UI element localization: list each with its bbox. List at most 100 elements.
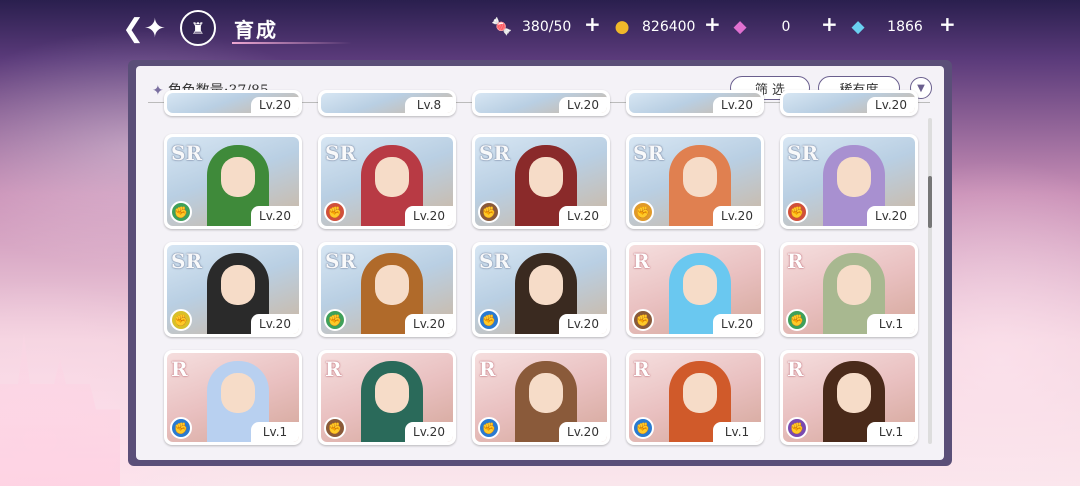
page-title: 育成	[234, 18, 278, 42]
character-card[interactable]: SR ✊ Lv.20	[164, 134, 302, 229]
character-card[interactable]: SR ✊ Lv.20	[318, 242, 456, 337]
level-label: Lv.20	[559, 206, 607, 226]
character-portrait: R ✊ Lv.1	[783, 245, 915, 334]
character-face	[837, 373, 871, 413]
rarity-badge: SR	[171, 249, 203, 273]
rarity-badge: SR	[325, 249, 357, 273]
partial-character-card[interactable]: Lv.20	[164, 90, 302, 116]
character-portrait: SR ✊ Lv.20	[475, 245, 607, 334]
top-bar: ❮✦ ♜ 育成 🍬 380/50 + ● 826400 + ◆ 0 + ◆ 18…	[0, 0, 1080, 56]
pink-gem-value: 0	[781, 19, 791, 35]
character-card[interactable]: SR ✊ Lv.20	[472, 242, 610, 337]
character-card[interactable]: R ✊ Lv.1	[626, 350, 764, 445]
character-card[interactable]: SR ✊ Lv.20	[626, 134, 764, 229]
element-blue-icon: ✊	[632, 417, 654, 439]
rarity-badge: SR	[325, 141, 357, 165]
rarity-badge: SR	[633, 141, 665, 165]
rarity-badge: R	[633, 357, 650, 381]
character-portrait: R ✊ Lv.20	[629, 245, 761, 334]
coin-icon: ●	[614, 17, 630, 37]
scrollbar-track[interactable]	[928, 118, 932, 444]
level-label: Lv.20	[867, 97, 915, 113]
add-stamina-button[interactable]: +	[584, 12, 601, 36]
element-brown-icon: ✊	[632, 309, 654, 331]
partial-character-card[interactable]: Lv.20	[626, 90, 764, 116]
partial-character-card[interactable]: Lv.20	[472, 90, 610, 116]
add-gold-button[interactable]: +	[704, 12, 721, 36]
character-portrait: R ✊ Lv.1	[167, 353, 299, 442]
resource-gold: ● 826400 +	[610, 12, 721, 40]
character-face	[375, 373, 409, 413]
level-label: Lv.20	[713, 206, 761, 226]
character-portrait: R ✊ Lv.20	[475, 353, 607, 442]
character-card[interactable]: SR ✊ Lv.20	[164, 242, 302, 337]
character-card[interactable]: R ✊ Lv.20	[318, 350, 456, 445]
character-face	[221, 373, 255, 413]
chevron-down-icon: ▼	[917, 82, 925, 94]
element-red-icon: ✊	[786, 201, 808, 223]
element-red-icon: ✊	[324, 201, 346, 223]
level-label: Lv.1	[867, 422, 915, 442]
resource-blue-gem: ◆ 1866 +	[846, 12, 955, 40]
resource-pink-gem: ◆ 0 +	[728, 12, 837, 40]
character-face	[837, 265, 871, 305]
level-label: Lv.1	[251, 422, 299, 442]
back-button[interactable]: ❮✦	[122, 12, 166, 46]
level-label: Lv.20	[405, 206, 453, 226]
character-portrait: Lv.20	[167, 93, 299, 113]
level-label: Lv.20	[251, 206, 299, 226]
gold-value: 826400	[642, 19, 696, 35]
character-portrait: R ✊ Lv.1	[629, 353, 761, 442]
level-label: Lv.20	[251, 314, 299, 334]
rarity-badge: SR	[171, 141, 203, 165]
partial-character-card[interactable]: Lv.20	[780, 90, 918, 116]
title-underline	[232, 42, 352, 44]
rarity-badge: R	[325, 357, 342, 381]
character-face	[683, 157, 717, 197]
rarity-badge: SR	[787, 141, 819, 165]
character-card[interactable]: SR ✊ Lv.20	[472, 134, 610, 229]
character-portrait: SR ✊ Lv.20	[167, 245, 299, 334]
element-purple-icon: ✊	[786, 417, 808, 439]
element-brown-icon: ✊	[478, 201, 500, 223]
character-card[interactable]: SR ✊ Lv.20	[318, 134, 456, 229]
level-label: Lv.20	[405, 314, 453, 334]
element-brown-icon: ✊	[324, 417, 346, 439]
character-panel: ✦角色数量:37/85 筛 选 稀有度 ▼ Lv.20Lv.8Lv.20Lv.2…	[128, 60, 952, 466]
character-portrait: R ✊ Lv.1	[783, 353, 915, 442]
add-pink-gem-button[interactable]: +	[821, 12, 838, 36]
character-face	[221, 157, 255, 197]
level-label: Lv.20	[559, 422, 607, 442]
element-orange-icon: ✊	[632, 201, 654, 223]
character-card[interactable]: R ✊ Lv.20	[472, 350, 610, 445]
character-card[interactable]: R ✊ Lv.1	[780, 242, 918, 337]
character-portrait: Lv.20	[783, 93, 915, 113]
back-arrow-icon: ❮✦	[122, 14, 166, 44]
partial-character-card[interactable]: Lv.8	[318, 90, 456, 116]
candy-icon: 🍬	[491, 17, 513, 37]
rarity-badge: SR	[479, 249, 511, 273]
character-card[interactable]: SR ✊ Lv.20	[780, 134, 918, 229]
blue-diamond-icon: ◆	[851, 17, 865, 37]
character-portrait: SR ✊ Lv.20	[475, 137, 607, 226]
character-face	[529, 265, 563, 305]
character-portrait: SR ✊ Lv.20	[321, 137, 453, 226]
character-card[interactable]: R ✊ Lv.1	[164, 350, 302, 445]
element-green-icon: ✊	[786, 309, 808, 331]
character-card[interactable]: R ✊ Lv.1	[780, 350, 918, 445]
level-label: Lv.1	[867, 314, 915, 334]
character-card[interactable]: R ✊ Lv.20	[626, 242, 764, 337]
rarity-badge: R	[787, 357, 804, 381]
character-panel-inner: ✦角色数量:37/85 筛 选 稀有度 ▼ Lv.20Lv.8Lv.20Lv.2…	[136, 66, 944, 460]
scrollbar-thumb[interactable]	[928, 176, 932, 228]
home-button[interactable]: ♜	[180, 10, 216, 46]
blue-gem-value: 1866	[887, 19, 923, 35]
element-green-icon: ✊	[170, 201, 192, 223]
add-blue-gem-button[interactable]: +	[939, 12, 956, 36]
element-blue-icon: ✊	[170, 417, 192, 439]
rarity-badge: R	[787, 249, 804, 273]
resource-stamina: 🍬 380/50 +	[490, 12, 600, 40]
level-label: Lv.20	[251, 97, 299, 113]
character-face	[221, 265, 255, 305]
character-portrait: SR ✊ Lv.20	[167, 137, 299, 226]
